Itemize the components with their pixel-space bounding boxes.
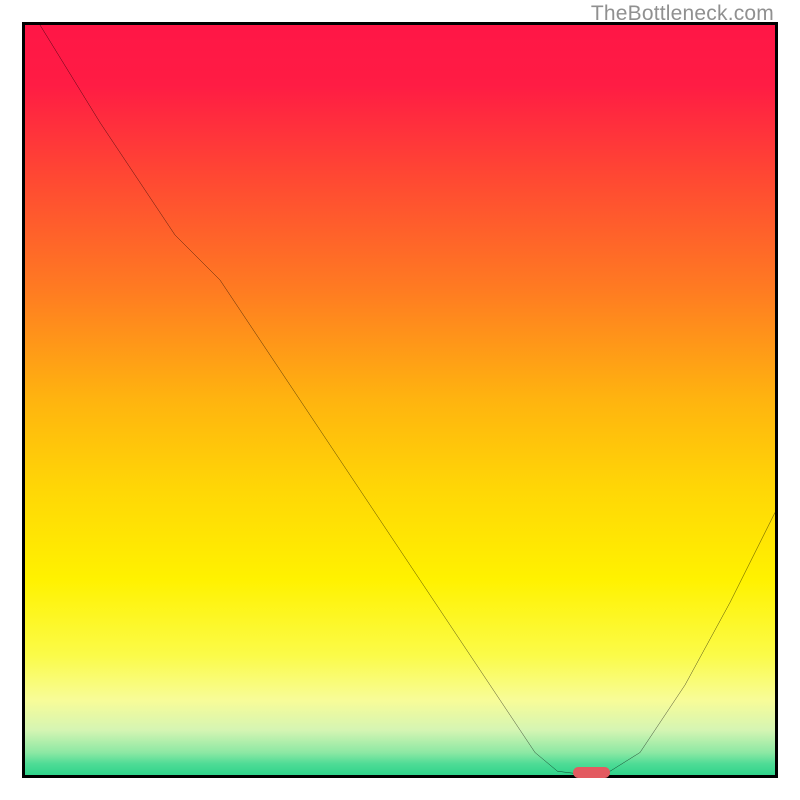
bottleneck-curve: [25, 25, 775, 775]
chart-frame: [22, 22, 778, 778]
optimal-marker: [573, 767, 611, 778]
